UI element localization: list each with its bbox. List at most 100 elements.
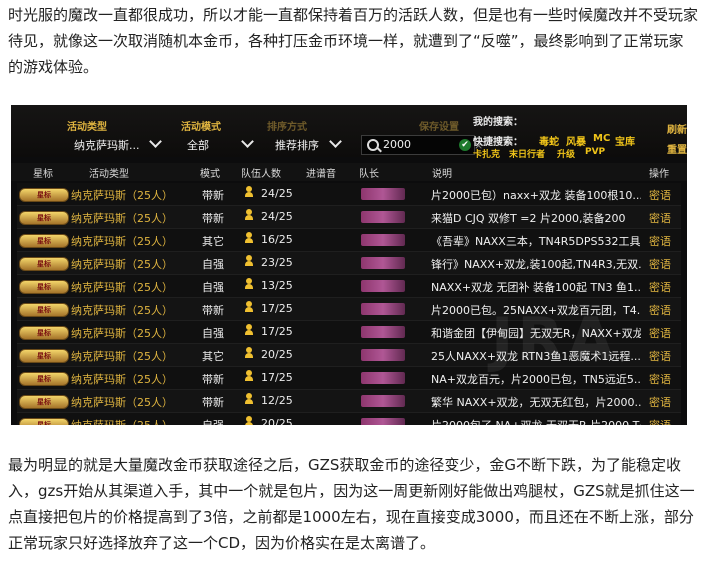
quick-search-item[interactable]: 宝库 — [615, 133, 635, 148]
my-search-title: 我的搜索： — [473, 117, 523, 128]
team-count: 24/25 — [261, 210, 293, 223]
whisper-button[interactable]: 密语 — [649, 279, 671, 295]
col-count[interactable]: 队伍人数 — [241, 165, 281, 180]
leader-name-blurred — [361, 418, 405, 425]
save-settings-label[interactable]: 保存设置 — [419, 118, 459, 133]
col-mode[interactable]: 模式 — [200, 165, 220, 180]
star-badge[interactable]: 星标 — [19, 257, 69, 271]
whisper-button[interactable]: 密语 — [649, 302, 671, 318]
star-badge[interactable]: 星标 — [19, 303, 69, 317]
activity-name: 纳克萨玛斯（25人） — [71, 212, 173, 225]
star-badge[interactable]: 星标 — [19, 188, 69, 202]
leader-name-blurred — [361, 257, 405, 269]
confirm-search-icon[interactable]: ✔ — [459, 139, 471, 151]
whisper-button[interactable]: 密语 — [649, 417, 671, 425]
activity-type-label: 活动类型 — [67, 122, 107, 133]
chevron-down-icon[interactable] — [149, 135, 162, 148]
leader-name-blurred — [361, 372, 405, 384]
mode-text: 自强 — [202, 417, 224, 425]
filter-bar: 活动类型 纳克萨玛斯... 活动模式 全部 排序方式 推荐排序 保存设置 200… — [11, 105, 687, 160]
article-paragraph-2: 最为明显的就是大量魔改金币获取途径之后，GZS获取金币的途径变少，金G不断下跌，… — [8, 456, 695, 552]
quick-search-item[interactable]: PVP — [585, 147, 605, 157]
activity-mode-select[interactable]: 全部 — [187, 137, 209, 153]
mode-text: 带新 — [202, 304, 224, 317]
team-count: 13/25 — [261, 279, 293, 292]
leader-name-blurred — [361, 395, 405, 407]
description: 《吾辈》NAXX三本，TN4R5DPS532工具... — [431, 235, 641, 248]
team-count: 23/25 — [261, 256, 293, 269]
whisper-button[interactable]: 密语 — [649, 233, 671, 249]
star-badge[interactable]: 星标 — [19, 326, 69, 340]
table-row[interactable]: 星标 纳克萨玛斯（25人） 带新 12/25 繁华 NAXX+双龙，无双无红包，片200… — [17, 390, 681, 413]
people-icon — [245, 186, 253, 198]
star-badge[interactable]: 星标 — [19, 280, 69, 294]
team-list: 星标 纳克萨玛斯（25人） 带新 24/25 片2000已包）naxx+双龙 装备100… — [17, 183, 681, 425]
people-icon — [245, 416, 253, 425]
star-badge[interactable]: 星标 — [19, 395, 69, 409]
col-action: 操作 — [649, 169, 669, 180]
whisper-button[interactable]: 密语 — [649, 210, 671, 226]
whisper-button[interactable]: 密语 — [649, 371, 671, 387]
star-badge[interactable]: 星标 — [19, 211, 69, 225]
table-row[interactable]: 星标 纳克萨玛斯（25人） 带新 24/25 片2000已包）naxx+双龙 装备100… — [17, 183, 681, 206]
whisper-button[interactable]: 密语 — [649, 325, 671, 341]
table-row[interactable]: 星标 纳克萨玛斯（25人） 自强 13/25 NAXX+双龙 无团补 装备100起 TN… — [17, 275, 681, 298]
quick-search-item[interactable]: 风暴 — [566, 133, 586, 148]
sort-label: 排序方式 — [267, 122, 307, 133]
leader-name-blurred — [361, 303, 405, 315]
col-leader[interactable]: 队长 — [359, 165, 379, 180]
activity-mode-label: 活动模式 — [181, 122, 221, 133]
activity-name: 纳克萨玛斯（25人） — [71, 189, 173, 202]
watermark-logo: JRA — [491, 305, 618, 375]
quick-search-item[interactable]: 毒蛇 — [539, 133, 559, 148]
star-badge[interactable]: 星标 — [19, 349, 69, 363]
col-star[interactable]: 星标 — [33, 165, 53, 180]
team-count: 20/25 — [261, 417, 293, 425]
activity-type-select[interactable]: 纳克萨玛斯... — [74, 137, 140, 153]
whisper-button[interactable]: 密语 — [649, 256, 671, 272]
chevron-down-icon[interactable] — [329, 135, 342, 148]
table-header: 星标 活动类型 模式 队伍人数 进谱音 队长 说明 操作 — [11, 163, 687, 181]
table-row[interactable]: 星标 纳克萨玛斯（25人） 自强 23/25 锋行》NAXX+双龙,装100起,TN4R… — [17, 252, 681, 275]
quick-search-item[interactable]: 卡扎克 — [473, 147, 500, 160]
description: NAXX+双龙 无团补 装备100起 TN3 鱼1... — [431, 281, 641, 294]
activity-name: 纳克萨玛斯（25人） — [71, 327, 173, 340]
team-count: 16/25 — [261, 233, 293, 246]
star-badge[interactable]: 星标 — [19, 234, 69, 248]
people-icon — [245, 255, 253, 267]
mode-text: 带新 — [202, 189, 224, 202]
quick-search-item[interactable]: 升级 — [557, 147, 575, 160]
quick-search-item[interactable]: 末日行者 — [509, 147, 545, 160]
mode-text: 带新 — [202, 396, 224, 409]
search-value: 2000 — [383, 138, 411, 151]
mode-text: 自强 — [202, 327, 224, 340]
search-input[interactable]: 2000 — [361, 135, 475, 155]
col-desc[interactable]: 说明 — [432, 165, 452, 180]
people-icon — [245, 232, 253, 244]
quick-search-item[interactable]: MC — [593, 133, 610, 144]
activity-name: 纳克萨玛斯（25人） — [71, 281, 173, 294]
refresh-button[interactable]: 刷新 — [667, 121, 687, 136]
sort-select[interactable]: 推荐排序 — [275, 137, 319, 153]
whisper-button[interactable]: 密语 — [649, 348, 671, 364]
team-count: 17/25 — [261, 325, 293, 338]
team-count: 17/25 — [261, 302, 293, 315]
mode-text: 其它 — [202, 235, 224, 248]
whisper-button[interactable]: 密语 — [649, 394, 671, 410]
leader-name-blurred — [361, 188, 405, 200]
activity-name: 纳克萨玛斯（25人） — [71, 417, 173, 425]
star-badge[interactable]: 星标 — [19, 418, 69, 425]
team-count: 24/25 — [261, 187, 293, 200]
table-row[interactable]: 星标 纳克萨玛斯（25人） 其它 16/25 《吾辈》NAXX三本，TN4R5DPS53… — [17, 229, 681, 252]
whisper-button[interactable]: 密语 — [649, 187, 671, 203]
table-row[interactable]: 星标纳克萨玛斯（25人） 自强 20/25 片2000包了 NA+双龙 无双无R 片2… — [17, 413, 681, 425]
mode-text: 自强 — [202, 258, 224, 271]
reset-button[interactable]: 重置 — [667, 141, 687, 156]
col-activity[interactable]: 活动类型 — [89, 165, 129, 180]
table-row[interactable]: 星标 纳克萨玛斯（25人） 带新 24/25 来猫D CJQ 双修T =2 片2000,… — [17, 206, 681, 229]
mode-text: 自强 — [202, 281, 224, 294]
star-badge[interactable]: 星标 — [19, 372, 69, 386]
col-voice[interactable]: 进谱音 — [306, 165, 336, 180]
chevron-down-icon[interactable] — [241, 135, 254, 148]
people-icon — [245, 347, 253, 359]
